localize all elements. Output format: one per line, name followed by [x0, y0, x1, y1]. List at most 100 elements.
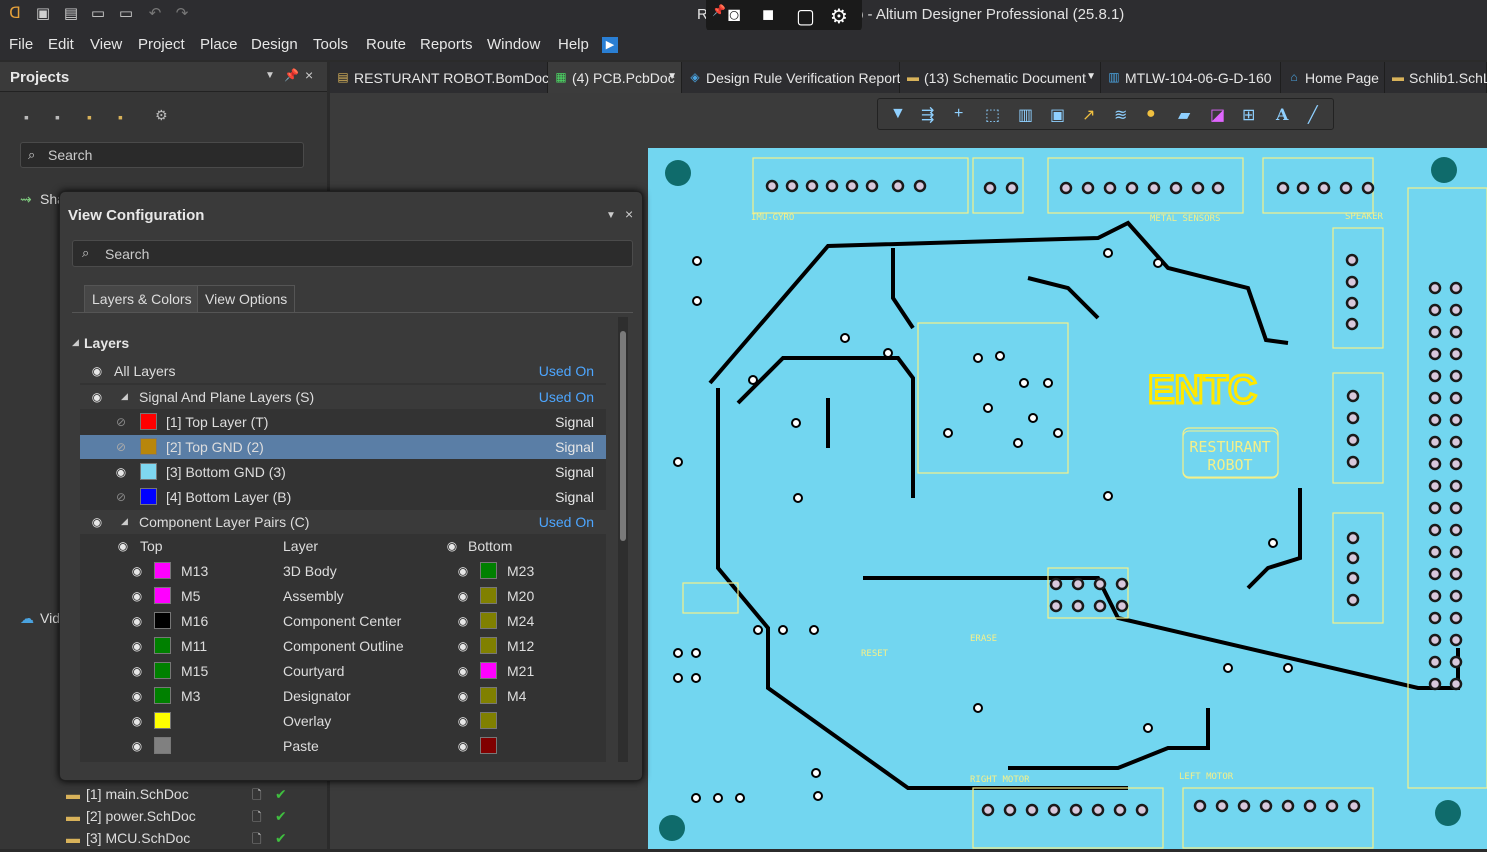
- text-icon[interactable]: A: [1276, 105, 1288, 124]
- eye-hidden-icon[interactable]: ⊘: [114, 415, 128, 429]
- menu-project[interactable]: Project: [138, 36, 185, 53]
- row-layer-pair[interactable]: ◉ M3 Designator ◉ M4: [80, 684, 606, 708]
- view-config-search-input[interactable]: ⌕ Search: [72, 240, 633, 267]
- menu-view[interactable]: View: [90, 36, 122, 53]
- eye-icon[interactable]: ◉: [130, 714, 144, 728]
- save-icon[interactable]: ▪: [24, 109, 29, 125]
- color-swatch[interactable]: [154, 737, 171, 754]
- eye-icon[interactable]: ◉: [456, 739, 470, 753]
- align-icon[interactable]: ▥: [1018, 105, 1033, 125]
- window-capture-icon[interactable]: ▢: [796, 4, 815, 29]
- row-pair-group[interactable]: ◉ ◢ Component Layer Pairs (C) Used On: [80, 510, 606, 534]
- tree-item-vid[interactable]: Vid: [40, 610, 60, 626]
- eye-icon[interactable]: ◉: [456, 664, 470, 678]
- panel-menu-chevron-icon[interactable]: ▼: [265, 70, 275, 81]
- gear-icon[interactable]: ⚙: [155, 107, 168, 124]
- color-swatch[interactable]: [480, 737, 497, 754]
- eye-icon[interactable]: ◉: [90, 515, 104, 529]
- menu-route[interactable]: Route: [366, 36, 406, 53]
- tab-pcbdoc[interactable]: ▦ (4) PCB.PcbDoc ▼: [548, 62, 682, 93]
- eye-icon[interactable]: ◉: [130, 639, 144, 653]
- menu-help[interactable]: Help: [558, 36, 589, 53]
- row-layer-pair[interactable]: ◉ Paste ◉: [80, 734, 606, 758]
- color-swatch[interactable]: [154, 612, 171, 629]
- eye-icon[interactable]: ◉: [116, 539, 130, 553]
- eye-hidden-icon[interactable]: ⊘: [114, 490, 128, 504]
- move-icon[interactable]: ⇶: [921, 105, 934, 125]
- cross-icon[interactable]: +: [954, 105, 963, 123]
- eye-icon[interactable]: ◉: [130, 689, 144, 703]
- color-swatch[interactable]: [154, 687, 171, 704]
- open-icon[interactable]: ▭: [89, 5, 107, 23]
- color-swatch[interactable]: [480, 712, 497, 729]
- camera-icon[interactable]: ◙: [728, 4, 740, 27]
- row-all-layers[interactable]: ◉ All Layers Used On: [80, 359, 606, 383]
- projects-search-input[interactable]: ⌕ Search: [20, 142, 304, 168]
- menu-design[interactable]: Design: [251, 36, 298, 53]
- gear-icon[interactable]: ⚙: [830, 4, 848, 29]
- dimension-icon[interactable]: ⊞: [1242, 105, 1255, 125]
- tree-doc-power[interactable]: [2] power.SchDoc: [86, 808, 196, 824]
- row-layer-pair[interactable]: ◉ M13 3D Body ◉ M23: [80, 559, 606, 583]
- tab-view-options[interactable]: View Options: [197, 285, 296, 312]
- color-swatch[interactable]: [154, 562, 171, 579]
- row-signal-group[interactable]: ◉ ◢ Signal And Plane Layers (S) Used On: [80, 385, 606, 409]
- menu-place[interactable]: Place: [200, 36, 238, 53]
- color-swatch[interactable]: [140, 463, 157, 480]
- tab-layers-colors[interactable]: Layers & Colors: [84, 285, 200, 312]
- menu-file[interactable]: File: [9, 36, 33, 53]
- color-swatch[interactable]: [140, 413, 157, 430]
- tab-component[interactable]: ▥ MTLW-104-06-G-D-160: [1101, 62, 1281, 93]
- eye-icon[interactable]: ◉: [130, 739, 144, 753]
- color-swatch[interactable]: [154, 637, 171, 654]
- chevron-down-icon[interactable]: ▼: [667, 71, 677, 82]
- eye-icon[interactable]: ◉: [90, 390, 104, 404]
- color-swatch[interactable]: [154, 587, 171, 604]
- eye-icon[interactable]: ◉: [456, 614, 470, 628]
- menu-edit[interactable]: Edit: [48, 36, 74, 53]
- menu-reports[interactable]: Reports: [420, 36, 473, 53]
- open-project-icon[interactable]: ▭: [117, 5, 135, 23]
- row-layer-pair[interactable]: ◉ Overlay ◉: [80, 709, 606, 733]
- save-icon[interactable]: ▣: [34, 5, 52, 23]
- tab-home[interactable]: ⌂ Home Page: [1281, 62, 1385, 93]
- used-on-toggle[interactable]: Used On: [539, 363, 594, 379]
- tab-schematic[interactable]: ▬ (13) Schematic Document ▼: [900, 62, 1101, 93]
- color-swatch[interactable]: [154, 662, 171, 679]
- color-swatch[interactable]: [480, 612, 497, 629]
- copy-icon[interactable]: ▪: [55, 109, 60, 125]
- eye-icon[interactable]: ◉: [90, 364, 104, 378]
- eye-icon[interactable]: ◉: [456, 714, 470, 728]
- eye-icon[interactable]: ◉: [456, 589, 470, 603]
- eye-icon[interactable]: ◉: [130, 614, 144, 628]
- video-icon[interactable]: ■: [762, 4, 774, 27]
- row-layer-pair[interactable]: ◉ M11 Component Outline ◉ M12: [80, 634, 606, 658]
- filter-icon[interactable]: ▼: [890, 105, 906, 123]
- help-play-icon[interactable]: ▶: [602, 37, 618, 53]
- eye-icon[interactable]: ◉: [130, 664, 144, 678]
- color-swatch[interactable]: [480, 562, 497, 579]
- polygon-icon[interactable]: ▰: [1178, 105, 1190, 125]
- folder-settings-icon[interactable]: ▪: [118, 109, 123, 125]
- pin-icon[interactable]: 📌: [712, 4, 726, 17]
- color-swatch[interactable]: [480, 637, 497, 654]
- used-on-toggle[interactable]: Used On: [539, 389, 594, 405]
- eye-icon[interactable]: ◉: [456, 639, 470, 653]
- menu-tools[interactable]: Tools: [313, 36, 348, 53]
- color-swatch[interactable]: [140, 488, 157, 505]
- row-layer-pair[interactable]: ◉ M5 Assembly ◉ M20: [80, 584, 606, 608]
- color-swatch[interactable]: [480, 662, 497, 679]
- row-layer-pair[interactable]: ◉ M15 Courtyard ◉ M21: [80, 659, 606, 683]
- color-swatch[interactable]: [140, 438, 157, 455]
- folder-icon[interactable]: ▪: [87, 109, 92, 125]
- row-signal-layer[interactable]: ⊘ [4] Bottom Layer (B) Signal: [80, 485, 606, 509]
- tab-schlib[interactable]: ▬ Schlib1.SchLi: [1385, 62, 1487, 93]
- collapse-chevron-icon[interactable]: ◢: [121, 516, 128, 527]
- used-on-toggle[interactable]: Used On: [539, 514, 594, 530]
- tab-drc-report[interactable]: ◈ Design Rule Verification Report: [682, 62, 901, 93]
- row-signal-layer[interactable]: ⊘ [1] Top Layer (T) Signal: [80, 410, 606, 434]
- select-icon[interactable]: ⬚: [985, 105, 1000, 125]
- component-icon[interactable]: ▣: [1050, 105, 1065, 125]
- undo-icon[interactable]: ↶: [146, 5, 164, 23]
- panel-menu-chevron-icon[interactable]: ▼: [606, 210, 616, 221]
